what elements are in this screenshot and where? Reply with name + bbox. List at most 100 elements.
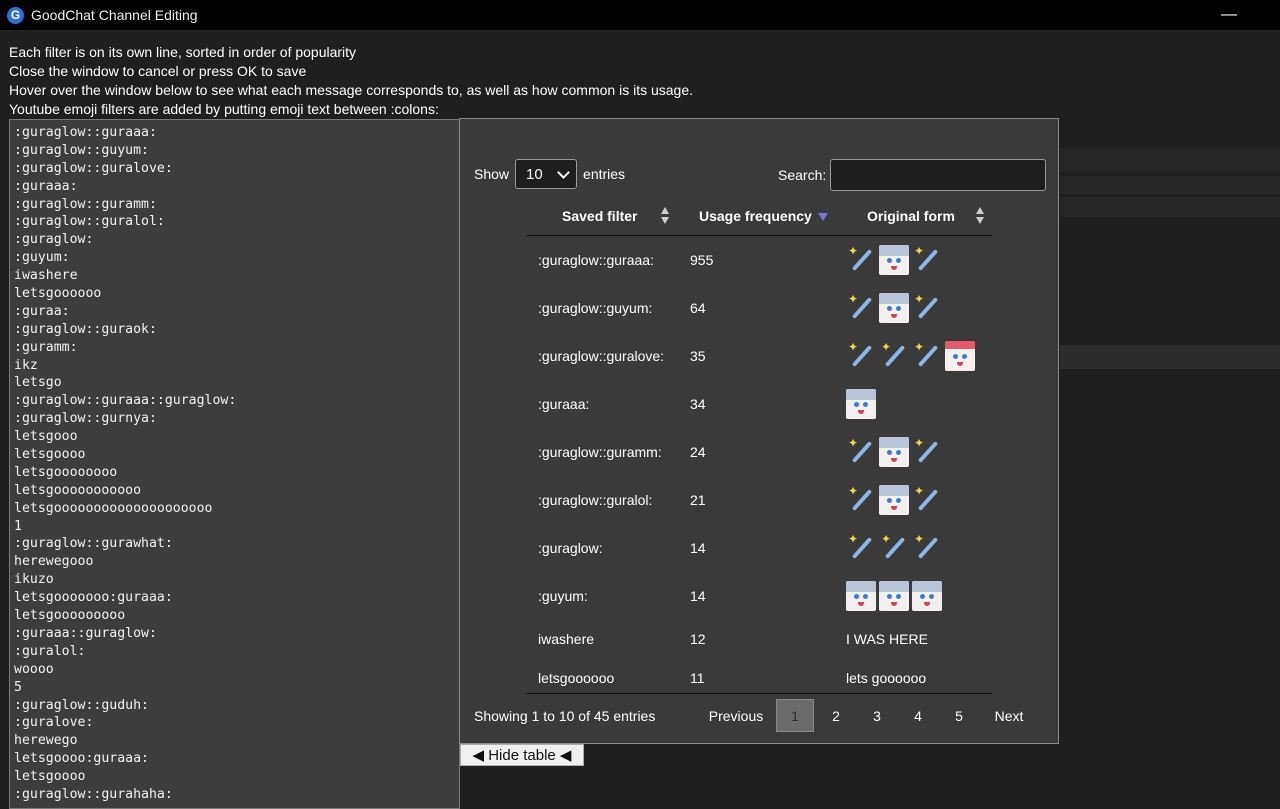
- cell-usage-frequency: 955: [690, 252, 714, 268]
- window-title: GoodChat Channel Editing: [31, 7, 198, 23]
- page-button-3[interactable]: 3: [858, 699, 896, 732]
- background-row: [1060, 176, 1280, 194]
- filter-line: :guraglow::guraaa::guraglow:: [14, 393, 237, 409]
- cell-usage-frequency: 12: [690, 631, 706, 647]
- table-header: Saved filter Usage frequency Original fo…: [526, 197, 992, 236]
- filter-line: :guraaa::guraglow:: [14, 625, 157, 641]
- filter-line: :guraglow::guraok:: [14, 321, 157, 337]
- table-body: :guraglow::guraaa: 955 ✦ ✦:guraglow::guyum:…: [526, 236, 992, 697]
- filter-line: :guraaa:: [14, 178, 78, 194]
- page-button-5[interactable]: 5: [940, 699, 978, 732]
- background-row: [1060, 345, 1280, 369]
- table-row: letsgoooooo 11 lets goooooo: [526, 658, 992, 697]
- pagination: Previous 1 2 3 4 5 Next: [696, 699, 1037, 732]
- filter-line: :guraglow::gurnya:: [14, 411, 157, 427]
- cell-usage-frequency: 64: [690, 300, 706, 316]
- gura-face-icon: [846, 581, 876, 611]
- instruction-line: Each filter is on its own line, sorted i…: [9, 44, 357, 60]
- cell-saved-filter: :guyum:: [538, 588, 588, 604]
- sort-desc-icon: [818, 213, 828, 221]
- cell-saved-filter: :guraglow::guramm:: [538, 444, 662, 460]
- page-length-select[interactable]: 10: [515, 159, 578, 189]
- filter-line: letsgo: [14, 375, 62, 391]
- page-button-4[interactable]: 4: [899, 699, 937, 732]
- wand-icon: ✦: [912, 245, 942, 275]
- minimize-button[interactable]: —: [1206, 0, 1252, 30]
- table-bottom-border: [526, 693, 992, 694]
- cell-original-form: [846, 572, 942, 620]
- next-page-button[interactable]: Next: [981, 699, 1037, 732]
- filter-line: :guraglow::guramm:: [14, 196, 157, 212]
- previous-page-button[interactable]: Previous: [696, 699, 776, 732]
- wand-icon: ✦: [879, 341, 909, 371]
- search-input[interactable]: [830, 159, 1047, 191]
- column-header-label: Original form: [867, 208, 955, 224]
- sort-icon: [976, 207, 985, 225]
- filter-line: letsgoooooooo: [14, 464, 118, 480]
- filter-line: herewego: [14, 733, 78, 749]
- instruction-line: Close the window to cancel or press OK t…: [9, 63, 307, 79]
- cell-original-form: ✦ ✦: [846, 284, 942, 332]
- table-row: :guraglow::guralove: 35 ✦ ✦ ✦: [526, 332, 992, 380]
- page-button-1[interactable]: 1: [776, 699, 814, 732]
- app-icon: G: [7, 6, 24, 24]
- table-row: :guraglow: 14 ✦ ✦ ✦: [526, 524, 992, 572]
- filter-line: woooo: [14, 661, 54, 677]
- column-header-saved-filter[interactable]: Saved filter: [562, 197, 637, 235]
- cell-original-form: ✦ ✦: [846, 236, 942, 284]
- filters-table-panel: Show 10 entries Search: Saved filter Usa…: [459, 118, 1059, 744]
- filter-line: letsgooooooo:guraaa:: [14, 590, 173, 606]
- filter-line: :guraglow::gurawhat:: [14, 536, 173, 552]
- hide-table-button[interactable]: ◀ Hide table ◀: [460, 744, 584, 766]
- filter-line: :guraglow:: [14, 232, 94, 248]
- cell-original-form: lets goooooo: [846, 658, 926, 697]
- filter-line: ikuzo: [14, 572, 54, 588]
- cell-usage-frequency: 24: [690, 444, 706, 460]
- wand-icon: ✦: [846, 293, 876, 323]
- filter-line: letsgoooooo: [14, 286, 102, 302]
- filter-line: :guralove:: [14, 715, 94, 731]
- gura-face-icon: [879, 485, 909, 515]
- instruction-line: Hover over the window below to see what …: [9, 82, 694, 98]
- filter-line: :guyum:: [14, 250, 70, 266]
- cell-saved-filter: :guraglow::guraaa:: [538, 252, 654, 268]
- page-button-2[interactable]: 2: [817, 699, 855, 732]
- cell-usage-frequency: 34: [690, 396, 706, 412]
- gura-face-icon: [846, 389, 876, 419]
- wand-icon: ✦: [846, 485, 876, 515]
- search-label: Search:: [778, 167, 827, 183]
- wand-icon: ✦: [846, 437, 876, 467]
- column-header-usage-frequency[interactable]: Usage frequency: [699, 197, 812, 235]
- cell-usage-frequency: 21: [690, 492, 706, 508]
- filter-line: :guraglow::guyum:: [14, 142, 149, 158]
- instruction-line: Youtube emoji filters are added by putti…: [9, 101, 439, 117]
- filter-line: herewegooo: [14, 554, 94, 570]
- filter-line: :guralol:: [14, 643, 86, 659]
- wand-icon: ✦: [912, 341, 942, 371]
- filter-line: :guraglow::guraaa:: [14, 125, 157, 140]
- filter-line: letsgooo: [14, 429, 78, 445]
- cell-saved-filter: iwashere: [538, 631, 595, 647]
- cell-original-form: [846, 380, 876, 428]
- cell-original-form: I WAS HERE: [846, 620, 928, 658]
- wand-icon: ✦: [846, 533, 876, 563]
- gura-face-icon: [879, 293, 909, 323]
- wand-icon: ✦: [912, 533, 942, 563]
- cell-original-form: ✦ ✦: [846, 428, 942, 476]
- filter-line: letsgooooooooo: [14, 608, 126, 624]
- filter-line: iwashere: [14, 268, 78, 284]
- wand-icon: ✦: [912, 293, 942, 323]
- sort-icon: [661, 207, 670, 225]
- gura-love-icon: [945, 341, 975, 371]
- filters-textarea[interactable]: :guraglow::guraaa::guraglow::guyum::gura…: [9, 119, 460, 809]
- cell-usage-frequency: 14: [690, 588, 706, 604]
- filter-line: 1: [14, 518, 22, 534]
- gura-face-icon: [879, 245, 909, 275]
- table-info: Showing 1 to 10 of 45 entries: [474, 708, 656, 724]
- cell-usage-frequency: 11: [690, 669, 705, 686]
- table-row: iwashere 12 I WAS HERE: [526, 620, 992, 658]
- cell-saved-filter: :guraglow::guralol:: [538, 492, 653, 508]
- filter-line: :guraa:: [14, 303, 70, 319]
- table-row: :guraglow::guramm: 24 ✦ ✦: [526, 428, 992, 476]
- column-header-original-form[interactable]: Original form: [867, 197, 955, 235]
